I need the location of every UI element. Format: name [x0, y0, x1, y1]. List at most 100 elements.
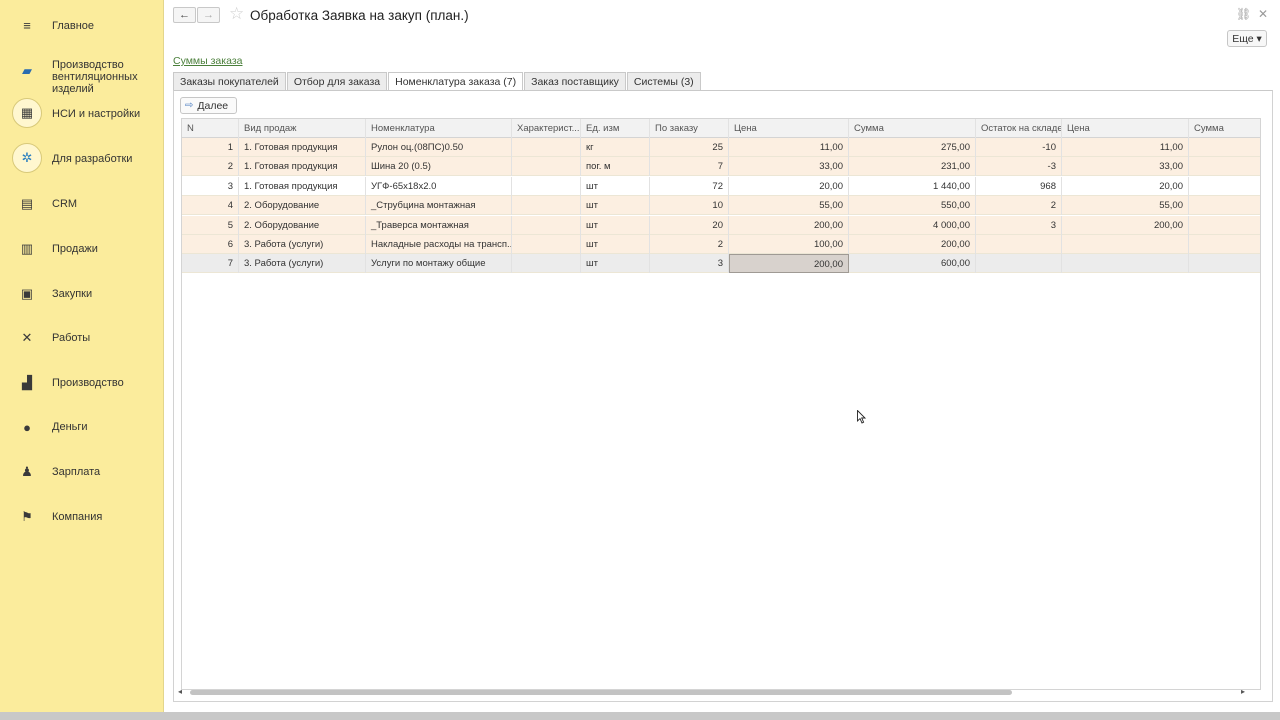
cell-price-2[interactable]: 55,00	[1062, 196, 1189, 216]
cell-characteristic[interactable]	[512, 157, 581, 177]
scroll-right-icon[interactable]: ▸	[1241, 687, 1245, 696]
tab-systems[interactable]: Системы (3)	[626, 72, 701, 90]
sidebar-item-development[interactable]: ✲ Для разработки	[0, 143, 164, 173]
cell-unit[interactable]: шт	[581, 176, 650, 196]
cell-unit[interactable]: шт	[581, 254, 650, 274]
cell-characteristic[interactable]	[512, 196, 581, 216]
sidebar-item-salary[interactable]: ♟ Зарплата	[0, 463, 164, 481]
table-row[interactable]: 1 1. Готовая продукция Рулон оц.(08ПС)0.50…	[182, 138, 1260, 157]
cell-n[interactable]: 3	[182, 176, 239, 196]
cell-characteristic[interactable]	[512, 176, 581, 196]
cell-sum-2[interactable]	[1189, 235, 1260, 254]
sidebar-item-money[interactable]: ● Деньги	[0, 418, 164, 436]
cell-sum[interactable]: 231,00	[849, 157, 976, 177]
cell-price[interactable]: 11,00	[729, 138, 849, 157]
cell-price[interactable]: 55,00	[729, 196, 849, 216]
table-row[interactable]: 2 1. Готовая продукция Шина 20 (0.5) пог. м…	[182, 157, 1260, 177]
cell-ordered-qty[interactable]: 10	[650, 196, 729, 216]
horizontal-scrollbar[interactable]: ◂ ▸	[178, 687, 1268, 697]
sidebar-item-purchases[interactable]: ▣ Закупки	[0, 285, 164, 303]
scroll-left-icon[interactable]: ◂	[178, 687, 182, 696]
cell-sale-type[interactable]: 3. Работа (услуги)	[239, 254, 366, 274]
cell-sale-type[interactable]: 2. Оборудование	[239, 215, 366, 235]
cell-ordered-qty[interactable]: 25	[650, 138, 729, 157]
cell-sum[interactable]: 275,00	[849, 138, 976, 157]
cell-price[interactable]: 200,00	[729, 215, 849, 235]
tab-customer-orders[interactable]: Заказы покупателей	[173, 72, 286, 90]
cell-stock[interactable]: -10	[976, 138, 1062, 157]
cell-sum-2[interactable]	[1189, 177, 1260, 196]
favorite-star-icon[interactable]: ☆	[229, 4, 244, 24]
table-row[interactable]: 3 1. Готовая продукция УГФ-65х18х2.0 шт 72 20…	[182, 176, 1260, 196]
column-header-nomenclature[interactable]: Номенклатура	[366, 119, 512, 138]
link-icon[interactable]: ⛓	[1236, 7, 1251, 21]
cell-unit[interactable]: шт	[581, 215, 650, 235]
cell-unit[interactable]: пог. м	[581, 157, 650, 177]
cell-n[interactable]: 4	[182, 196, 239, 216]
back-button[interactable]: ←	[173, 7, 196, 23]
cell-price-2[interactable]: 20,00	[1062, 176, 1189, 196]
scrollbar-thumb[interactable]	[190, 690, 1012, 695]
cell-unit[interactable]: шт	[581, 235, 650, 254]
tab-order-selection[interactable]: Отбор для заказа	[286, 72, 388, 90]
cell-ordered-qty[interactable]: 20	[650, 215, 729, 235]
cell-characteristic[interactable]	[512, 138, 581, 157]
cell-ordered-qty[interactable]: 3	[650, 254, 729, 274]
cell-sum[interactable]: 200,00	[849, 235, 976, 254]
cell-sale-type[interactable]: 3. Работа (услуги)	[239, 235, 366, 254]
column-header-stock[interactable]: Остаток на складе	[976, 119, 1062, 138]
cell-nomenclature[interactable]: УГФ-65х18х2.0	[366, 176, 512, 196]
next-button[interactable]: ⇨ Далее	[180, 97, 238, 114]
cell-sum[interactable]: 1 440,00	[849, 176, 976, 196]
cell-n[interactable]: 6	[182, 235, 239, 254]
column-header-characteristic[interactable]: Характерист...	[512, 119, 581, 138]
cell-n[interactable]: 5	[182, 215, 239, 235]
cell-stock[interactable]: -3	[976, 157, 1062, 177]
column-header-sum[interactable]: Сумма	[849, 119, 976, 138]
cell-nomenclature[interactable]: _Струбцина монтажная	[366, 196, 512, 216]
tab-supplier-order[interactable]: Заказ поставщику	[524, 72, 626, 90]
cell-n[interactable]: 2	[182, 157, 239, 177]
cell-price-2[interactable]: 33,00	[1062, 157, 1189, 177]
cell-sale-type[interactable]: 1. Готовая продукция	[239, 138, 366, 157]
cell-n[interactable]: 7	[182, 254, 239, 274]
table-row[interactable]: 5 2. Оборудование _Траверса монтажная шт 20 2…	[182, 215, 1260, 235]
cell-price-2[interactable]	[1062, 235, 1189, 254]
close-icon[interactable]: ✕	[1258, 7, 1268, 21]
cell-price[interactable]: 200,00	[729, 254, 849, 274]
sidebar-item-crm[interactable]: ▤ CRM	[0, 195, 164, 213]
cell-stock[interactable]: 3	[976, 215, 1062, 235]
cell-price[interactable]: 20,00	[729, 176, 849, 196]
cell-characteristic[interactable]	[512, 235, 581, 254]
cell-nomenclature[interactable]: _Траверса монтажная	[366, 215, 512, 235]
cell-nomenclature[interactable]: Накладные расходы на трансп...	[366, 235, 512, 254]
cell-n[interactable]: 1	[182, 138, 239, 157]
column-header-ordered-qty[interactable]: По заказу	[650, 119, 729, 138]
sidebar-item-sales[interactable]: ▥ Продажи	[0, 240, 164, 258]
cell-sale-type[interactable]: 1. Готовая продукция	[239, 157, 366, 177]
sidebar-item-works[interactable]: ✕ Работы	[0, 329, 164, 347]
cell-price-2[interactable]	[1062, 254, 1189, 274]
cell-characteristic[interactable]	[512, 254, 581, 274]
cell-nomenclature[interactable]: Шина 20 (0.5)	[366, 157, 512, 177]
cell-ordered-qty[interactable]: 7	[650, 157, 729, 177]
cell-sum-2[interactable]	[1189, 157, 1260, 176]
tab-order-nomenclature[interactable]: Номенклатура заказа (7)	[388, 72, 524, 91]
cell-sum[interactable]: 600,00	[849, 254, 976, 274]
cell-nomenclature[interactable]: Услуги по монтажу общие	[366, 254, 512, 274]
cell-sale-type[interactable]: 1. Готовая продукция	[239, 176, 366, 196]
sidebar-item-nsi-settings[interactable]: ▦ НСИ и настройки	[0, 98, 164, 128]
cell-stock[interactable]	[976, 235, 1062, 254]
cell-unit[interactable]: шт	[581, 196, 650, 216]
sidebar-item-main[interactable]: ≡ Главное	[0, 16, 164, 34]
cell-sum-2[interactable]	[1189, 138, 1260, 157]
cell-sum-2[interactable]	[1189, 196, 1260, 215]
sidebar-item-company[interactable]: ⚑ Компания	[0, 508, 164, 526]
column-header-unit[interactable]: Ед. изм	[581, 119, 650, 138]
sidebar-item-production[interactable]: ▟ Производство	[0, 374, 164, 392]
cell-stock[interactable]	[976, 254, 1062, 274]
cell-price[interactable]: 100,00	[729, 235, 849, 254]
column-header-n[interactable]: N	[182, 119, 239, 138]
forward-button[interactable]: →	[197, 7, 220, 23]
cell-price[interactable]: 33,00	[729, 157, 849, 177]
